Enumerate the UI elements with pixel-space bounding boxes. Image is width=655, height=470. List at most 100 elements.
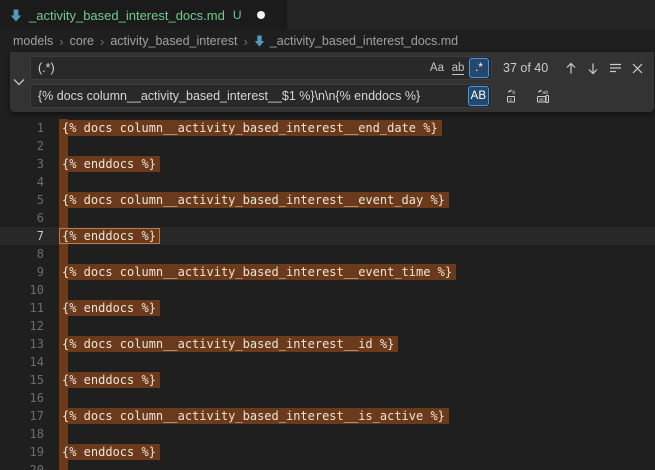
find-in-selection-button[interactable] [604,57,626,79]
code-line[interactable]: 20 [0,461,655,470]
code-line[interactable]: 10 [0,281,655,299]
find-input[interactable] [31,61,426,75]
breadcrumb: models › core › activity_based_interest … [0,30,655,52]
match-case-toggle[interactable]: Aa [427,58,447,78]
code-line[interactable]: 6 [0,209,655,227]
code-line[interactable]: 4 [0,173,655,191]
code-line[interactable]: 14 [0,353,655,371]
preserve-case-toggle[interactable]: AB [468,86,489,106]
breadcrumb-item-file[interactable]: _activity_based_interest_docs.md [254,34,458,48]
line-number: 8 [0,247,44,261]
line-number: 9 [0,265,44,279]
match-highlight: {% enddocs %} [59,156,160,172]
editor-tab[interactable]: _activity_based_interest_docs.md U [0,0,287,30]
tab-bar: _activity_based_interest_docs.md U [0,0,655,30]
find-replace-widget: Aa ab .* 37 of 40 [10,52,654,112]
code-line[interactable]: 2 [0,137,655,155]
line-number: 3 [0,157,44,171]
replace-row: AB b c ab ac [30,84,648,108]
whole-word-toggle[interactable]: ab [448,58,468,78]
find-row: Aa ab .* 37 of 40 [30,56,648,80]
code-line[interactable]: 8 [0,245,655,263]
match-highlight: {% docs column__activity_based_interest_… [59,408,449,424]
line-content: {% docs column__activity_based_interest_… [62,264,456,281]
line-content: {% enddocs %} [62,300,160,317]
line-number: 15 [0,373,44,387]
breadcrumb-separator: › [100,34,104,49]
line-number: 16 [0,391,44,405]
line-number: 14 [0,355,44,369]
previous-match-button[interactable] [560,57,582,79]
line-number: 5 [0,193,44,207]
match-highlight: {% docs column__activity_based_interest_… [59,336,398,352]
line-content: {% docs column__activity_based_interest_… [62,120,442,137]
code-line[interactable]: 1 {% docs column__activity_based_interest… [0,119,655,137]
code-line[interactable]: 11 {% enddocs %} [0,299,655,317]
line-content: {% enddocs %} [62,444,160,461]
replace-input[interactable] [31,89,467,103]
line-content: {% docs column__activity_based_interest_… [62,192,449,209]
toggle-replace-chevron-icon[interactable] [11,74,27,90]
line-number: 10 [0,283,44,297]
line-number: 13 [0,337,44,351]
line-content: {% docs column__activity_based_interest_… [62,336,398,353]
breadcrumb-item-core[interactable]: core [70,34,94,48]
breadcrumb-separator: › [243,34,247,49]
line-content: {% enddocs %} [62,372,160,389]
git-status-badge: U [233,8,242,22]
breadcrumb-item-models[interactable]: models [13,34,53,48]
current-match-highlight: {% enddocs %} [59,228,160,244]
code-line[interactable]: 15 {% enddocs %} [0,371,655,389]
line-number: 6 [0,211,44,225]
match-highlight: {% docs column__activity_based_interest_… [59,192,449,208]
code-line[interactable]: 3 {% enddocs %} [0,155,655,173]
breadcrumb-separator: › [59,34,63,49]
breadcrumb-item-activity-based-interest[interactable]: activity_based_interest [110,34,237,48]
code-line[interactable]: 17 {% docs column__activity_based_interes… [0,407,655,425]
tab-filename: _activity_based_interest_docs.md [29,8,225,23]
find-input-box: Aa ab .* [30,56,492,80]
code-line[interactable]: 7 {% enddocs %} [0,227,655,245]
line-number: 1 [0,121,44,135]
code-editor[interactable]: 1 {% docs column__activity_based_interest… [0,52,655,470]
code-line[interactable]: 12 [0,317,655,335]
line-number: 4 [0,175,44,189]
line-number: 19 [0,445,44,459]
match-highlight: {% enddocs %} [59,372,160,388]
svg-text:c: c [509,97,512,103]
markdown-file-icon [10,9,22,22]
line-content: {% docs column__activity_based_interest_… [62,408,449,425]
vscode-window: _activity_based_interest_docs.md U model… [0,0,655,470]
line-number: 18 [0,427,44,441]
code-line[interactable]: 18 [0,425,655,443]
line-content: {% enddocs %} [62,156,160,173]
replace-input-box: AB [30,84,492,108]
replace-all-button[interactable]: ab ac [532,85,554,107]
unsaved-changes-dot[interactable] [257,11,265,19]
svg-text:b: b [512,90,515,96]
line-number: 7 [0,229,44,243]
whole-word-label: ab [452,62,465,75]
match-highlight: {% docs column__activity_based_interest_… [59,264,456,280]
line-number: 2 [0,139,44,153]
code-line[interactable]: 13 {% docs column__activity_based_interes… [0,335,655,353]
code-lines: 1 {% docs column__activity_based_interest… [0,119,655,470]
code-line[interactable]: 19 {% enddocs %} [0,443,655,461]
breadcrumb-filename: _activity_based_interest_docs.md [270,34,458,48]
line-number: 11 [0,301,44,315]
code-line[interactable]: 16 [0,389,655,407]
line-number: 12 [0,319,44,333]
match-count: 37 of 40 [503,61,548,75]
replace-button[interactable]: b c [501,85,523,107]
code-line[interactable]: 9 {% docs column__activity_based_interest… [0,263,655,281]
code-line[interactable]: 5 {% docs column__activity_based_interest… [0,191,655,209]
svg-text:ac: ac [539,97,545,103]
line-number: 20 [0,463,44,470]
match-highlight: {% enddocs %} [59,444,160,460]
regex-toggle[interactable]: .* [469,58,489,78]
close-find-widget-button[interactable] [626,57,648,79]
match-highlight: {% docs column__activity_based_interest_… [59,120,442,136]
line-content: {% enddocs %} [62,228,160,245]
line-number: 17 [0,409,44,423]
next-match-button[interactable] [582,57,604,79]
